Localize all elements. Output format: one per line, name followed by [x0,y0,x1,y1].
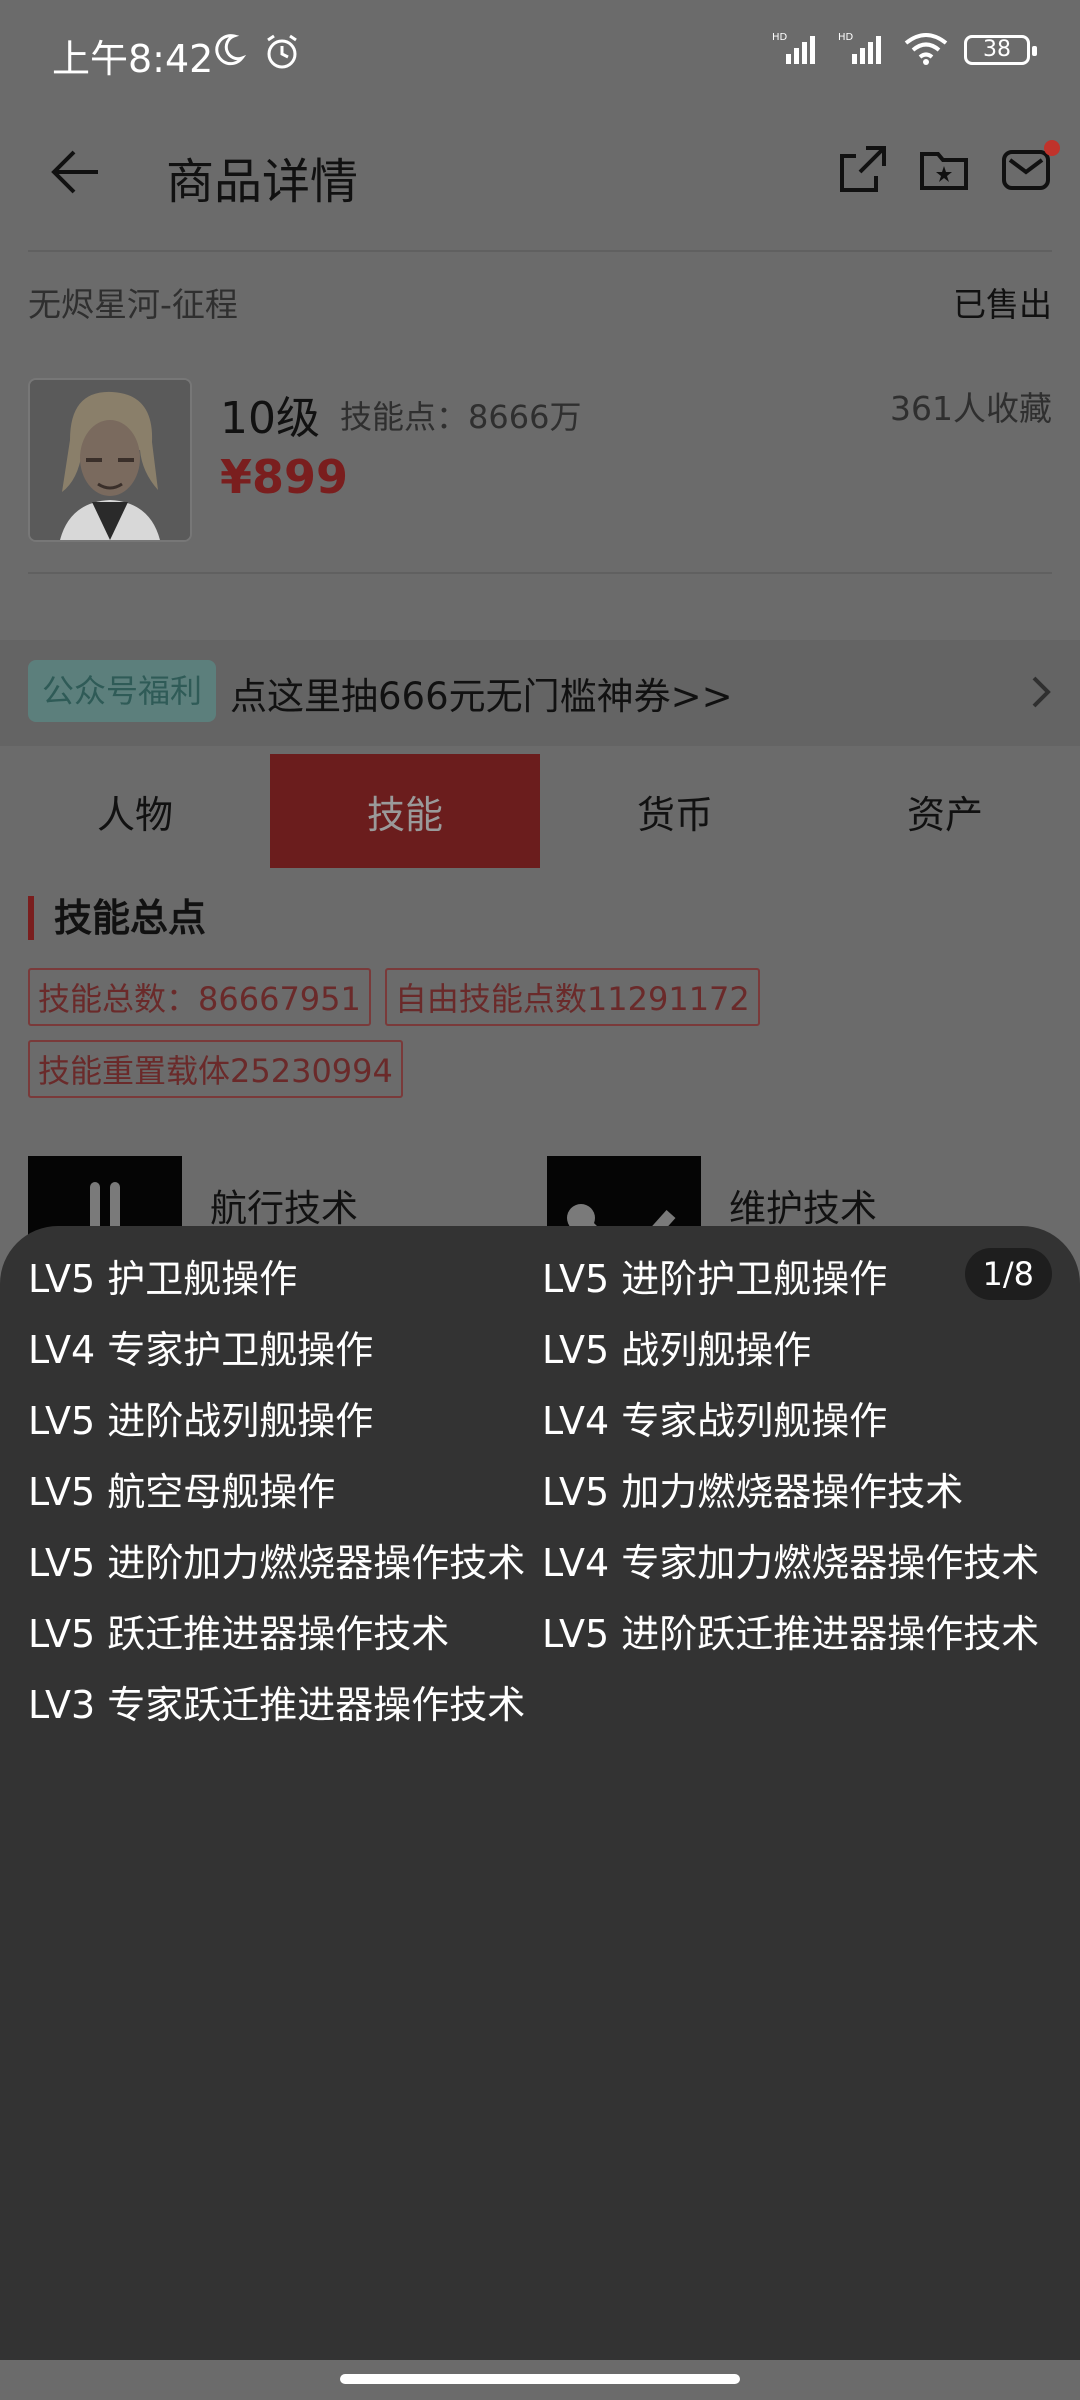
promo-text: 点这里抽666元无门槛神券>> [230,675,733,718]
tab-character[interactable]: 人物 [0,754,270,868]
skill-item: LV5 跃迁推进器操作技术 [28,1612,450,1656]
favorites-count: 361人收藏 [890,389,1052,428]
skill-item: LV5 进阶护卫舰操作 [542,1257,888,1301]
status-bar: 上午8:42 HD HD 38 [0,0,1080,110]
home-indicator[interactable] [340,2374,740,2384]
category-label: 航行技术 [210,1187,358,1230]
account-level: 10级 [220,393,320,444]
share-icon[interactable] [836,144,888,200]
divider [28,250,1052,252]
divider [28,572,1052,574]
status-time: 上午8:42 [52,37,214,81]
notification-dot [1044,140,1060,156]
skill-item: LV4 专家护卫舰操作 [28,1328,374,1372]
skill-points: 技能点：8666万 [340,398,582,436]
category-label: 维护技术 [729,1187,877,1230]
tab-assets[interactable]: 资产 [810,754,1080,868]
app-header: 商品详情 [0,110,1080,250]
moon-icon [210,32,247,72]
signal-icon: HD [772,30,822,70]
message-mail-icon[interactable] [1000,144,1052,200]
skill-item: LV4 专家加力燃烧器操作技术 [542,1541,1040,1585]
detail-tabs: 人物 技能 货币 资产 [0,754,1080,868]
stat-chip: 自由技能点数11291172 [384,968,760,1026]
stat-chip: 技能总数：86667951 [28,968,371,1026]
skill-item: LV5 护卫舰操作 [28,1257,298,1301]
promo-banner[interactable]: 公众号福利 点这里抽666元无门槛神券>> [0,640,1080,746]
skill-list-panel[interactable]: 1/8 LV5 护卫舰操作 LV5 进阶护卫舰操作 LV4 专家护卫舰操作 LV… [0,1226,1080,2360]
skill-item: LV5 加力燃烧器操作技术 [542,1470,964,1514]
product-summary: 10级 技能点：8666万 361人收藏 ¥899 [28,378,1052,544]
game-row: 无烬星河-征程 已售出 [28,270,1052,330]
skill-item: LV4 专家战列舰操作 [542,1399,888,1443]
skill-item: LV5 进阶加力燃烧器操作技术 [28,1541,526,1585]
character-avatar[interactable] [28,378,192,542]
stat-chip: 技能重置载体25230994 [28,1040,403,1098]
page-title: 商品详情 [166,154,359,210]
wifi-icon [904,31,948,69]
chevron-right-icon [1030,674,1052,714]
svg-text:HD: HD [838,32,854,43]
tab-currency[interactable]: 货币 [540,754,810,868]
price: ¥899 [220,450,349,504]
alarm-icon [262,32,302,76]
svg-text:HD: HD [772,32,788,43]
back-arrow-icon[interactable] [50,146,102,202]
tab-skills[interactable]: 技能 [270,754,540,868]
game-name: 无烬星河-征程 [28,285,238,324]
section-title: 技能总点 [28,896,206,940]
skill-item: LV5 航空母舰操作 [28,1470,336,1514]
skill-stats: 技能总数：86667951 自由技能点数11291172 技能重置载体25230… [28,968,1052,1098]
signal-icon: HD [838,30,888,70]
battery-icon: 38 [964,35,1037,65]
page-indicator: 1/8 [964,1248,1052,1300]
skill-item: LV5 进阶跃迁推进器操作技术 [542,1612,1040,1656]
sold-status: 已售出 [953,285,1052,324]
skill-item: LV5 进阶战列舰操作 [28,1399,374,1443]
skill-item: LV5 战列舰操作 [542,1328,812,1372]
promo-tag: 公众号福利 [28,660,217,722]
favorite-folder-icon[interactable] [918,144,970,200]
skill-item: LV3 专家跃迁推进器操作技术 [28,1683,526,1727]
